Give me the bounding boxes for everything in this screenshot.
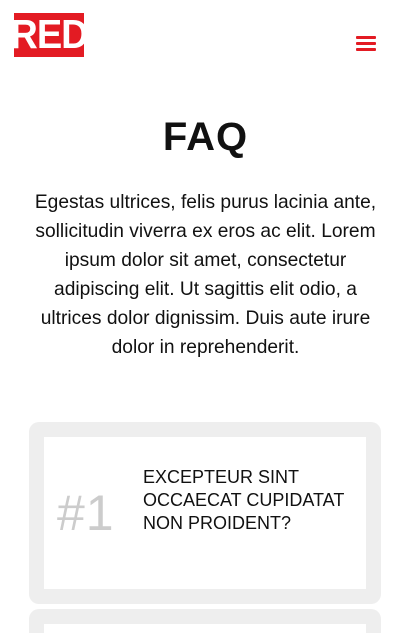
faq-page: RED FAQ Egestas ultrices, felis purus la… [0,0,411,633]
menu-icon-line-middle [356,42,376,45]
menu-button[interactable] [354,32,378,54]
intro-paragraph: Egestas ultrices, felis purus lacinia an… [34,192,377,359]
hamburger-menu-icon [356,34,376,52]
faq-item-number: #1 [57,485,115,541]
brand-logo[interactable]: RED [10,13,89,57]
menu-icon-line-top [356,36,376,39]
faq-item-card-next[interactable] [29,609,381,633]
faq-item-inner-next [44,624,366,633]
logo-text: RED [10,12,88,58]
faq-item-inner: #1 EXCEPTEUR SINT OCCAECAT CUPIDATAT NON… [44,437,366,589]
site-header: RED [0,0,411,78]
menu-icon-line-bottom [356,48,376,51]
faq-item-card[interactable]: #1 EXCEPTEUR SINT OCCAECAT CUPIDATAT NON… [29,422,381,604]
page-title: FAQ [162,114,249,159]
faq-item-question: EXCEPTEUR SINT OCCAECAT CUPIDATAT NON PR… [143,467,345,533]
